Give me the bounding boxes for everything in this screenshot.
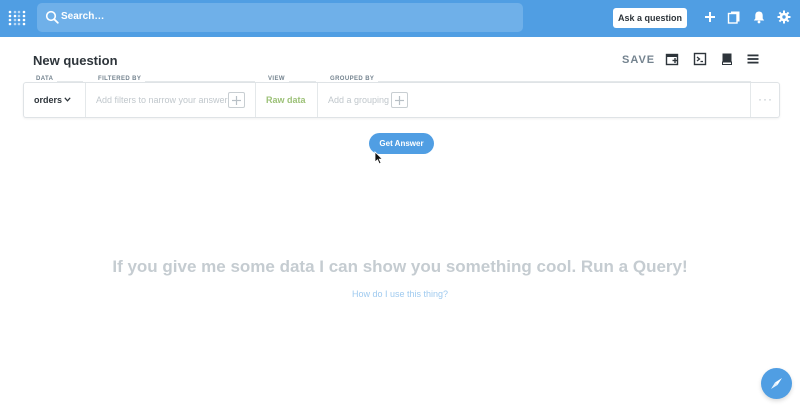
grouping-section[interactable]: Add a grouping [318,83,751,117]
search-icon [45,10,59,24]
plus-icon [395,96,404,105]
compass-icon [771,378,782,389]
group-label: GROUPED BY [326,76,379,82]
add-icon[interactable] [703,10,717,24]
page-title: New question [33,53,118,68]
view-label: VIEW [264,76,289,82]
add-grouping-button[interactable] [391,92,408,108]
data-label: DATA [32,76,58,82]
filter-section[interactable]: Add filters to narrow your answer [86,83,256,117]
add-filter-button[interactable] [228,92,245,108]
mouse-cursor-icon [374,151,384,165]
view-section[interactable]: Raw data [256,83,318,117]
empty-state-message: If you give me some data I can show you … [112,257,688,276]
view-value[interactable]: Raw data [266,95,306,105]
grouping-hint: Add a grouping [328,95,390,105]
menu-icon[interactable] [746,52,760,66]
data-section[interactable]: orders [24,83,86,117]
chevron-down-icon [64,97,71,102]
help-link[interactable]: How do I use this thing? [0,289,800,299]
data-source-value[interactable]: orders [34,95,62,105]
filter-label: FILTERED BY [94,76,146,82]
collections-icon[interactable] [727,10,741,24]
gear-icon[interactable] [777,10,791,24]
bell-icon[interactable] [752,10,766,24]
explore-button[interactable] [761,368,792,399]
ask-a-question-button[interactable]: Ask a question [613,8,687,28]
sql-editor-icon[interactable] [693,52,707,66]
more-options-icon[interactable]: ··· [758,92,773,106]
query-builder: orders Add filters to narrow your answer… [23,82,780,118]
reference-book-icon[interactable] [720,52,734,66]
search-input[interactable]: Search… [37,3,523,32]
plus-icon [232,96,241,105]
top-navbar: Search… Ask a question [0,0,800,37]
save-button[interactable]: SAVE [622,54,655,66]
search-placeholder: Search… [61,11,105,22]
add-to-dashboard-icon[interactable] [665,52,679,66]
filter-hint: Add filters to narrow your answer [96,95,228,105]
metabase-logo-icon[interactable] [8,10,26,26]
